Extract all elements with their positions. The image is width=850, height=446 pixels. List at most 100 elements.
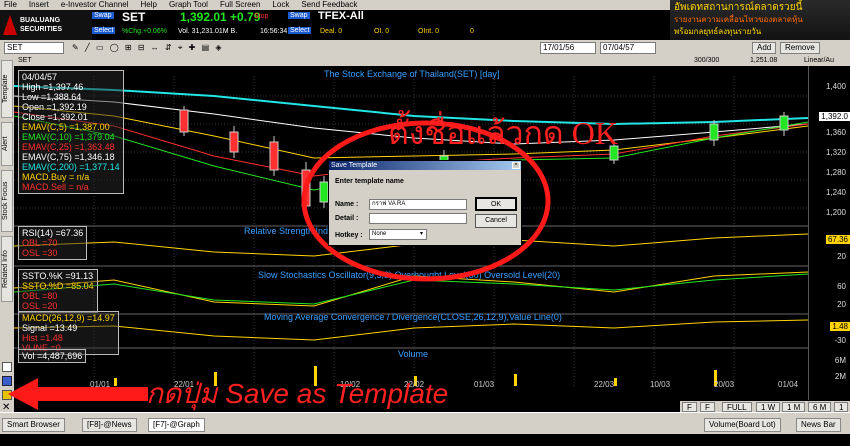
left-tabs: Template Alert Stock Focus Related Info … — [0, 56, 14, 413]
y-tick: 6M — [834, 356, 846, 365]
info-date: 04/04/57 — [22, 72, 58, 82]
ad-banner[interactable]: อัพเดทสถานการณ์ตลาดรวยนี้ รายงานความเคลื… — [670, 0, 850, 42]
price-info-box: 04/04/57 High =1,397.46 Low =1,388.64 Op… — [18, 70, 124, 194]
scale-mode[interactable]: Linear/Au — [804, 56, 834, 66]
y-tick: 60 — [837, 282, 846, 291]
x-tick: 01/03 — [474, 380, 495, 389]
subheader-symbol: SET — [18, 57, 32, 64]
info-sto-obl: OBL =80 — [22, 291, 58, 301]
add-button[interactable]: Add — [752, 42, 777, 54]
hotkey-label: Hotkey : — [335, 232, 363, 239]
menu-file[interactable]: File — [4, 0, 17, 10]
ok-button[interactable]: OK — [475, 197, 517, 211]
menu-send-feedback[interactable]: Send Feedback — [301, 0, 357, 10]
tab-alert[interactable]: Alert — [1, 122, 13, 166]
save-template-dialog: Save Template × Enter template name Name… — [328, 160, 522, 246]
bar-count: 300/300 — [694, 57, 720, 64]
y-tick: 1,200 — [825, 208, 846, 217]
y-tick-macd: 1.48 — [830, 322, 850, 331]
banner-line1: อัพเดทสถานการณ์ตลาดรวยนี้ — [674, 2, 803, 13]
start-date-input[interactable]: 17/01/56 — [540, 42, 596, 54]
x-tick: 01/04 — [778, 380, 799, 389]
range-1m-button[interactable]: 1 M — [782, 402, 806, 412]
macd-panel-title: Moving Average Convergence / Divergence(… — [264, 312, 562, 322]
range-first-button[interactable]: F — [682, 402, 697, 412]
quote-time: 16:56:34 — [260, 28, 288, 35]
volume-board-button[interactable]: Volume(Board Lot) — [704, 418, 781, 432]
series-symbol: TFEX-All — [318, 10, 364, 22]
menu-full-screen[interactable]: Full Screen — [220, 0, 260, 10]
sto-panel-title: Slow Stochastics Oscillator(9,3,3) Overb… — [258, 270, 561, 280]
banner-line2: รายงานความเคลื่อนไหวของตลาดหุ้น — [674, 15, 803, 24]
template-detail-input[interactable] — [369, 213, 467, 224]
range-1y-button[interactable]: 1 — [834, 402, 849, 412]
select-button[interactable]: Select — [92, 27, 116, 34]
info-sto-d: SSTO.%D =85.04 — [22, 281, 94, 291]
rsi-info-box: RSI(14) =67.36 OBL =70 OSL =30 — [18, 226, 88, 260]
menu-bar: File Insert e-Investor Channel Help Grap… — [0, 0, 670, 10]
hotkey-select[interactable]: None ▾ — [369, 229, 427, 240]
remove-button[interactable]: Remove — [780, 42, 820, 54]
y-tick-rsi: 67.36 — [825, 235, 850, 244]
info-low: Low =1,388.64 — [22, 92, 82, 102]
y-tick: 1,320 — [825, 148, 846, 157]
info-close: Close =1,392.01 — [22, 112, 88, 122]
news-tab[interactable]: [F8]-@News — [82, 418, 137, 432]
info-macd: MACD(26,12,9) =14.97 — [22, 313, 115, 323]
tab-stock-focus[interactable]: Stock Focus — [1, 170, 13, 232]
red-arrow-icon — [8, 378, 148, 410]
range-full-button[interactable]: FULL — [722, 402, 752, 412]
y-tick: -30 — [834, 336, 846, 345]
dialog-title: Save Template — [329, 161, 521, 170]
chart-subheader: SET 300/300 1,251.08 Linear/Au — [14, 56, 850, 66]
info-sto-k: SSTO.%K =91.13 — [22, 271, 94, 281]
annotation-top: ตั้งชื่อแล้วกด OK — [388, 115, 618, 151]
info-macd-sell: MACD.Sell = n/a — [22, 182, 89, 192]
x-tick: 10/03 — [650, 380, 671, 389]
menu-help[interactable]: Help — [141, 0, 157, 10]
new-template-icon[interactable] — [2, 362, 12, 372]
y-tick: 20 — [837, 300, 846, 309]
select2-button[interactable]: Select — [288, 27, 312, 34]
tab-related-info[interactable]: Related Info — [1, 236, 13, 302]
y-tick: 1,280 — [825, 168, 846, 177]
range-prev-button[interactable]: F — [700, 402, 715, 412]
cancel-button[interactable]: Cancel — [475, 214, 517, 228]
vol-panel-title: Volume — [398, 349, 429, 359]
symbol-input[interactable]: SET — [4, 42, 64, 54]
info-rsi: RSI(14) =67.36 — [22, 228, 84, 238]
info-hist: Hist =1.48 — [22, 333, 63, 343]
oi-count: OI. 0 — [374, 28, 390, 35]
swap2-button[interactable]: Swap — [288, 12, 310, 19]
menu-graph-tool[interactable]: Graph Tool — [169, 0, 208, 10]
stop-label: Stop — [254, 13, 269, 20]
graph-tab[interactable]: [F7]-@Graph — [148, 418, 205, 432]
menu-einvestor[interactable]: e-Investor Channel — [61, 0, 129, 10]
vol-info-box: Vol =4,487,696 — [18, 349, 87, 363]
info-signal: Signal =13.49 — [22, 323, 78, 333]
tab-template[interactable]: Template — [1, 60, 13, 118]
y-tick: 1,400 — [825, 82, 846, 91]
y-tick: 1,360 — [825, 128, 846, 137]
last-count: 0 — [470, 28, 474, 35]
range-6m-button[interactable]: 6 M — [808, 402, 832, 412]
banner-line3: พร้อมกลยุทธ์ลงทุนรายวัน — [674, 27, 762, 36]
status-bar: Smart Browser [F8]-@News [F7]-@Graph Vol… — [0, 412, 850, 434]
x-tick: 22/03 — [594, 380, 615, 389]
logo-name: BUALUANG — [20, 17, 61, 24]
y-tick: 2M — [834, 372, 846, 381]
smart-browser-button[interactable]: Smart Browser — [2, 418, 65, 432]
menu-lock[interactable]: Lock — [272, 0, 289, 10]
news-bar-button[interactable]: News Bar — [796, 418, 841, 432]
name-label: Name : — [335, 201, 359, 208]
template-name-input[interactable]: กราฟ VA RA — [369, 199, 467, 210]
menu-insert[interactable]: Insert — [29, 0, 49, 10]
swap-button[interactable]: Swap — [92, 12, 114, 19]
end-date-input[interactable]: 07/04/57 — [600, 42, 656, 54]
range-1w-button[interactable]: 1 W — [756, 402, 781, 412]
oint-count: OInt. 0 — [418, 28, 440, 35]
dialog-close-icon[interactable]: × — [512, 162, 520, 169]
info-high: High =1,397.46 — [22, 82, 84, 92]
drawing-tools-icon[interactable]: ✎ ╱ ▭ ◯ ⊞ ⊟ ↔ ⇵ ⌖ ✚ ▤ ◈ — [72, 43, 224, 53]
x-tick: 20/03 — [714, 380, 735, 389]
